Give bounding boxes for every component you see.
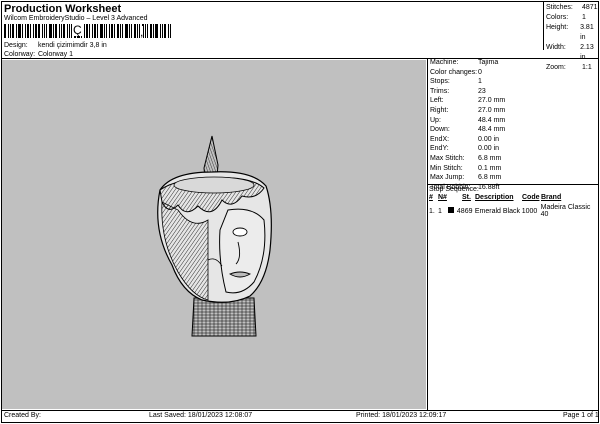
spec-row: Max Jump: 6.8 mm [430, 173, 505, 183]
specs-panel: Machine: Tajima Color changes: 0 Stops: 1 Trim… [430, 58, 505, 192]
spec-label: Stops: [430, 78, 450, 86]
colorway-row: Colorway: Colorway 1 [4, 51, 73, 58]
wax-top [173, 176, 255, 194]
spec-value: 16.88ft [478, 183, 500, 191]
footer-created-by: Created By: [4, 412, 41, 419]
summary-panel: Stitches: 4871 Colors: 1 Height: 3.81 in Wi… [546, 3, 600, 73]
stop-sequence-title: Stop Sequence: [429, 186, 479, 193]
spec-value: 1 [478, 78, 482, 86]
spec-value: 6.8 mm [478, 174, 502, 182]
page-title: Production Worksheet [4, 3, 122, 15]
spec-value: 0.1 mm [478, 164, 502, 172]
spec-row: Min Stitch: 0.1 mm [430, 164, 505, 174]
spec-value: 6.8 mm [478, 154, 502, 162]
design-label: Design: [4, 42, 28, 49]
colorway-label: Colorway: [4, 51, 36, 58]
row-code: 1000 [521, 207, 538, 215]
row-n: 1 [437, 207, 442, 215]
spec-row: Machine: Tajima [430, 58, 505, 68]
spec-row: Trims: 23 [430, 87, 505, 97]
height-label: Height: [546, 24, 569, 31]
height-value: 3.81 in [580, 24, 594, 41]
spec-label: Right: [430, 106, 449, 114]
stitches-label: Stitches: [546, 4, 573, 11]
spec-row: Color changes: 0 [430, 68, 505, 78]
color-swatch [447, 207, 454, 213]
colors-label: Colors: [546, 14, 569, 21]
spec-row: Max Stitch: 6.8 mm [430, 154, 505, 164]
col-st: St. [462, 194, 471, 201]
footer-divider [1, 410, 599, 411]
header-divider [1, 58, 599, 59]
spec-label: Max Jump: [430, 174, 465, 182]
row-num: 1. [429, 207, 435, 215]
spec-row: Left: 27.0 mm [430, 96, 505, 106]
embroidery-head-artwork [157, 135, 272, 337]
software-subtitle: Wilcom EmbroideryStudio – Level 3 Advanc… [4, 15, 148, 22]
width-value: 2.13 in [580, 44, 594, 61]
footer-page: Page 1 of 1 [563, 412, 599, 419]
design-value: kendi çizimimdir 3,8 in [37, 42, 107, 49]
spec-label: Color changes: [430, 68, 478, 76]
spec-row: EndY: 0.00 in [430, 144, 505, 154]
design-preview [2, 60, 426, 409]
spec-value: 23 [478, 87, 486, 95]
zoom-label: Zoom: [546, 64, 566, 71]
colors-value: 1 [582, 14, 586, 21]
summary-divider [543, 1, 544, 50]
row-description: Emerald Black [474, 207, 520, 215]
footer-printed: Printed: 18/01/2023 12:09:17 [356, 412, 447, 419]
spec-label: Left: [430, 97, 444, 105]
barcode [4, 24, 184, 38]
spec-value: 48.4 mm [478, 116, 506, 124]
spec-value: 0 [478, 68, 482, 76]
eye-shape [232, 227, 248, 237]
spec-row: EndX: 0.00 in [430, 135, 505, 145]
spec-row: Right: 27.0 mm [430, 106, 505, 116]
row-brand: Madeira Classic 40 [540, 204, 591, 218]
spec-label: Min Stitch: [430, 164, 463, 172]
stop-sequence-header: # N# St. Description Code Brand [429, 194, 561, 201]
spec-row: Down: 48.4 mm [430, 125, 505, 135]
spec-label: Max Stitch: [430, 154, 465, 162]
spec-value: 27.0 mm [478, 106, 506, 114]
col-code: Code [522, 194, 540, 201]
spec-row: Up: 48.4 mm [430, 116, 505, 126]
spec-label: Trims: [430, 87, 450, 95]
spec-label: EndX: [430, 135, 450, 143]
width-label: Width: [546, 44, 566, 51]
spec-value: 0.00 in [478, 145, 500, 153]
row-stitches: 4869 [456, 207, 473, 215]
footer-last-saved: Last Saved: 18/01/2023 12:08:07 [149, 412, 253, 419]
table-row: 1. 1 4869 Emerald Black 1000 Madeira Cla… [429, 204, 600, 218]
col-description: Description [475, 194, 514, 201]
col-brand: Brand [541, 194, 562, 201]
barcode-text: Ç [72, 23, 83, 37]
spec-label: Machine: [430, 59, 459, 66]
zoom-value: 1:1 [582, 64, 592, 71]
spec-label: EndY: [430, 145, 449, 153]
col-n: N# [438, 194, 447, 201]
spec-value: 0.00 in [478, 135, 500, 143]
spec-label: Down: [430, 126, 450, 134]
col-num: # [429, 194, 433, 201]
spec-value: 48.4 mm [478, 126, 506, 134]
design-row: Design: kendi çizimimdir 3,8 in [4, 42, 107, 49]
panel-divider [427, 58, 428, 410]
barcode-text-tail: , [140, 25, 144, 39]
spec-value: Tajima [478, 59, 499, 66]
spec-value: 27.0 mm [478, 97, 506, 105]
spec-row: Stops: 1 [430, 77, 505, 87]
neck-shape [191, 297, 257, 337]
spec-label: Up: [430, 116, 441, 124]
stitches-value: 4871 [582, 4, 598, 11]
colorway-value: Colorway 1 [37, 51, 73, 58]
